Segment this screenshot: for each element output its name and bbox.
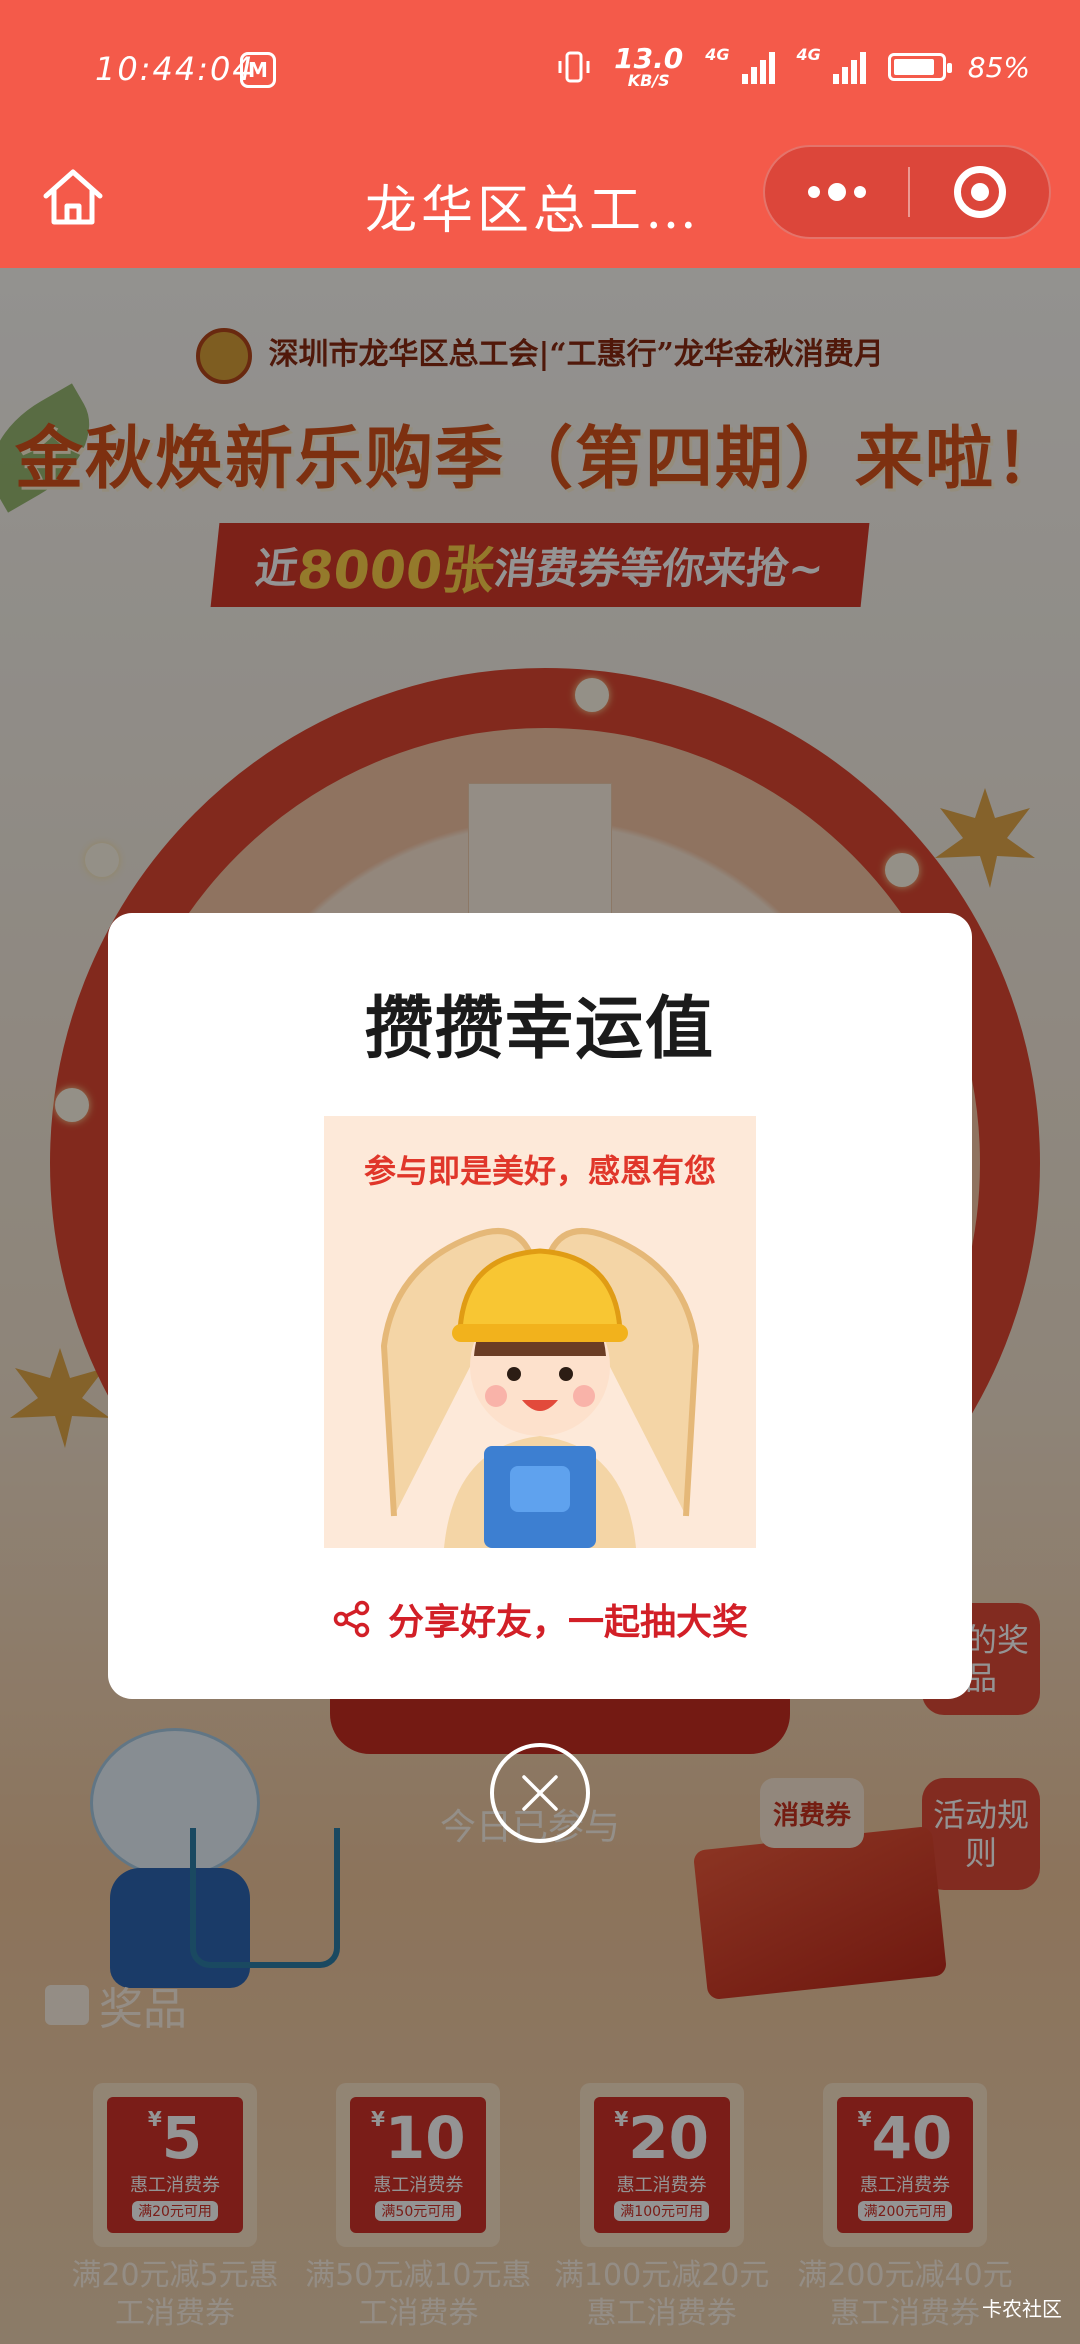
share-friends-button[interactable]: 分享好友，一起抽大奖 [108,1593,972,1645]
close-icon [522,1775,558,1811]
worker-illustration [380,1228,700,1548]
thank-you-illustration: 参与即是美好，感恩有您 [324,1116,756,1548]
signal-strength-icon [741,50,775,84]
more-options-button[interactable] [765,147,908,237]
vibrate-icon [558,51,590,83]
network-speed-unit: KB/S [627,71,670,90]
network-speed-value: 13.0 [614,42,684,75]
battery-icon [887,53,952,81]
status-indicators: 13.0 KB/S 4G 4G 85% [556,45,1030,89]
page-title: 龙华区总工… [365,181,702,241]
dot-icon [807,186,820,198]
network-type-2: 4G [796,45,821,64]
dot-icon [853,186,866,198]
status-bar: 10:44:04 M 13.0 KB/S 4G 4G 85% [0,0,1080,140]
network-speed: 13.0 KB/S [614,45,683,89]
close-miniprogram-button[interactable] [910,147,1049,237]
home-icon[interactable] [38,162,108,232]
lucky-value-dialog: 攒攒幸运值 参与即是美好，感恩有您 分享好友，一起抽大奖 [108,913,972,1699]
share-icon [333,1600,370,1638]
miniprogram-capsule [763,145,1051,239]
dot-icon [827,183,846,201]
nav-bar: 龙华区总工… [0,140,1080,268]
dialog-title: 攒攒幸运值 [364,990,715,1069]
signal-strength-icon-2 [832,50,866,84]
battery-level: 85% [967,50,1030,84]
network-type-1: 4G [705,45,730,64]
share-label: 分享好友，一起抽大奖 [387,1602,748,1643]
watermark: 卡农社区 [982,2297,1062,2321]
app-notification-icon: M [240,52,276,88]
close-dialog-button[interactable] [490,1743,590,1843]
status-time: 10:44:04 [95,50,255,88]
target-icon [953,166,1006,218]
